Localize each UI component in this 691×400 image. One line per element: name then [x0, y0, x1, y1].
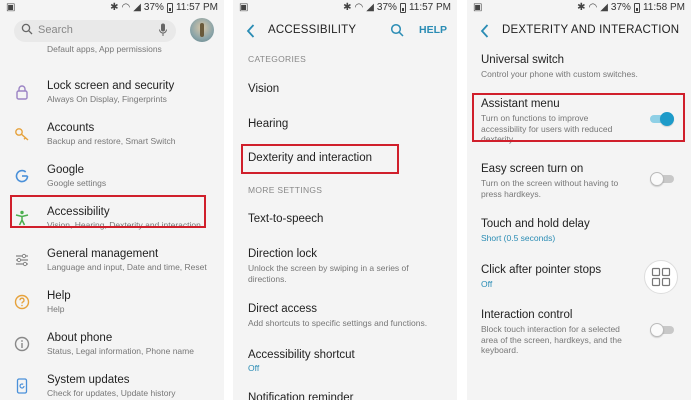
screenshot-icon: ▣ [239, 2, 249, 13]
bluetooth-icon: ✱ [577, 2, 586, 13]
settings-item-general-management[interactable]: General management Language and input, D… [0, 240, 224, 280]
settings-item-sub: Help [47, 304, 65, 314]
status-time: 11:58 PM [642, 2, 685, 13]
accessibility-panel: ▣ ✱ ◠ ◢ 37% 11:57 PM ACCESSIBILITY HELP … [233, 0, 457, 400]
click-after-pointer-stops-item[interactable]: Click after pointer stops [481, 264, 601, 276]
category-vision[interactable]: Vision [248, 83, 279, 95]
search-icon[interactable] [390, 23, 404, 37]
microphone-icon[interactable] [158, 23, 168, 37]
battery-icon [399, 2, 406, 13]
battery-icon [166, 2, 173, 13]
highlight-box [241, 144, 399, 174]
signal-icon: ◢ [600, 2, 608, 13]
interaction-control-sub: Block touch interaction for a selected a… [481, 324, 622, 355]
more-settings-header: MORE SETTINGS [248, 185, 323, 195]
settings-item-sub: Status, Legal information, Phone name [47, 346, 194, 356]
direct-access-item[interactable]: Direct access [248, 303, 317, 315]
help-icon [14, 294, 30, 310]
screenshot-icon: ▣ [6, 2, 16, 13]
interaction-control-toggle[interactable] [650, 323, 674, 337]
settings-panel: ▣ ✱ ◠ ◢ 37% 11:57 PM Search Default apps… [0, 0, 224, 400]
back-arrow-icon[interactable] [245, 23, 257, 39]
search-input[interactable]: Search [14, 20, 176, 42]
page-title: ACCESSIBILITY [268, 24, 357, 36]
direction-lock-item[interactable]: Direction lock [248, 248, 317, 260]
text-to-speech-item[interactable]: Text-to-speech [248, 213, 323, 225]
touch-and-hold-delay-item[interactable]: Touch and hold delay [481, 218, 590, 230]
status-time: 11:57 PM [175, 2, 218, 13]
accessibility-shortcut-item[interactable]: Accessibility shortcut [248, 349, 355, 361]
battery-icon [633, 2, 640, 13]
universal-switch-sub: Control your phone with custom switches. [481, 69, 638, 79]
settings-item-title: Google [47, 164, 85, 176]
grid-settings-button[interactable] [644, 260, 678, 294]
screenshot-icon: ▣ [473, 2, 483, 13]
status-time: 11:57 PM [408, 2, 451, 13]
touch-and-hold-delay-value: Short (0.5 seconds) [481, 233, 556, 243]
status-bar: ▣ ✱ ◠ ◢ 37% 11:57 PM [233, 0, 457, 16]
notification-reminder-item[interactable]: Notification reminder [248, 392, 353, 400]
direction-lock-sub: Unlock the screen by swiping in a series… [248, 263, 409, 284]
signal-icon: ◢ [366, 2, 374, 13]
settings-item-sub: Default apps, App permissions [47, 44, 162, 54]
settings-item-apps[interactable]: Default apps, App permissions [0, 40, 224, 60]
help-button[interactable]: HELP [419, 24, 447, 36]
settings-item-sub: Language and input, Date and time, Reset [47, 262, 207, 272]
interaction-control-item[interactable]: Interaction control [481, 309, 572, 321]
google-icon [15, 169, 29, 183]
category-hearing[interactable]: Hearing [248, 118, 288, 130]
search-placeholder: Search [38, 24, 73, 36]
settings-item-title: Lock screen and security [47, 80, 175, 92]
sliders-icon [16, 253, 28, 267]
accessibility-shortcut-value: Off [248, 363, 260, 373]
grid-icon [651, 267, 671, 287]
status-bar: ▣ ✱ ◠ ◢ 37% 11:57 PM [0, 0, 224, 16]
wifi-icon: ◠ [354, 2, 364, 13]
info-icon [14, 336, 30, 352]
lock-icon [16, 85, 28, 100]
signal-icon: ◢ [133, 2, 141, 13]
click-after-pointer-stops-value: Off [481, 279, 493, 289]
settings-item-accounts[interactable]: Accounts Backup and restore, Smart Switc… [0, 114, 224, 154]
settings-item-help[interactable]: Help Help [0, 282, 224, 322]
settings-item-title: General management [47, 248, 159, 260]
settings-item-title: Help [47, 290, 71, 302]
system-update-icon [16, 378, 28, 394]
settings-item-title: About phone [47, 332, 113, 344]
direct-access-sub: Add shortcuts to specific settings and f… [248, 318, 428, 328]
battery-percent: 37% [376, 2, 397, 13]
easy-screen-turn-on-sub: Turn on the screen without having to pre… [481, 178, 619, 199]
wifi-icon: ◠ [121, 2, 131, 13]
highlight-box [472, 93, 685, 142]
app-bar: DEXTERITY AND INTERACTION [467, 16, 691, 46]
easy-screen-turn-on-toggle[interactable] [650, 172, 674, 186]
categories-header: CATEGORIES [248, 54, 307, 64]
settings-item-title: Accounts [47, 122, 95, 134]
settings-item-lock-screen[interactable]: Lock screen and security Always On Displ… [0, 72, 224, 112]
key-icon [15, 128, 29, 141]
easy-screen-turn-on-item[interactable]: Easy screen turn on [481, 163, 583, 175]
settings-item-sub: Always On Display, Fingerprints [47, 94, 167, 104]
battery-percent: 37% [610, 2, 631, 13]
bluetooth-icon: ✱ [343, 2, 352, 13]
settings-item-sub: Check for updates, Update history [47, 388, 176, 398]
page-title: DEXTERITY AND INTERACTION [502, 24, 680, 36]
battery-percent: 37% [143, 2, 164, 13]
bluetooth-icon: ✱ [110, 2, 119, 13]
settings-item-system-updates[interactable]: System updates Check for updates, Update… [0, 366, 224, 400]
settings-item-sub: Backup and restore, Smart Switch [47, 136, 176, 146]
dexterity-panel: ▣ ✱ ◠ ◢ 37% 11:58 PM DEXTERITY AND INTER… [467, 0, 691, 400]
highlight-box [10, 195, 206, 228]
status-bar: ▣ ✱ ◠ ◢ 37% 11:58 PM [467, 0, 691, 16]
settings-item-google[interactable]: Google Google settings [0, 156, 224, 196]
settings-item-about-phone[interactable]: About phone Status, Legal information, P… [0, 324, 224, 364]
universal-switch-item[interactable]: Universal switch [481, 54, 564, 66]
settings-item-sub: Google settings [47, 178, 107, 188]
settings-item-title: System updates [47, 374, 130, 386]
app-bar: ACCESSIBILITY HELP [233, 16, 457, 46]
wifi-icon: ◠ [588, 2, 598, 13]
avatar[interactable] [190, 18, 214, 42]
search-icon [21, 23, 33, 35]
back-arrow-icon[interactable] [479, 23, 491, 39]
